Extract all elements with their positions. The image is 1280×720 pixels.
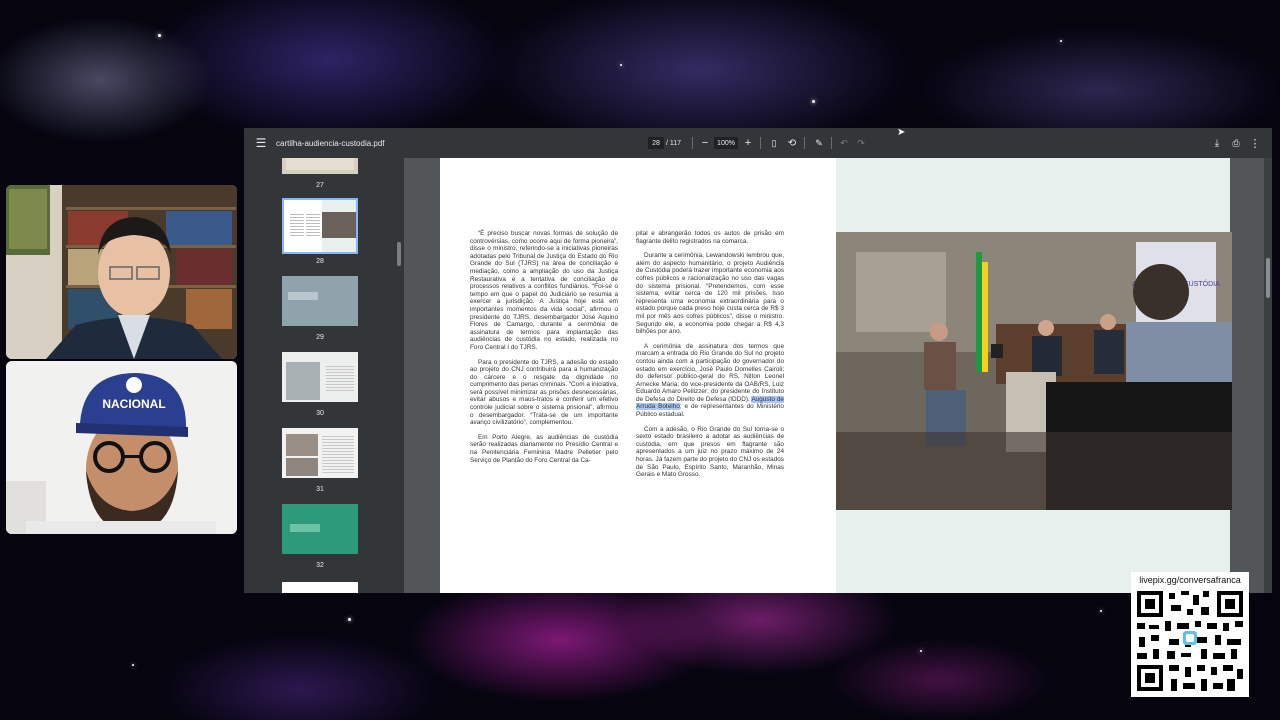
thumbnail-page[interactable]: [282, 158, 358, 174]
ceremony-photo-illustration: AUDIÊNCIA DE CUSTÓDIA: [836, 232, 1232, 510]
more-vert-icon[interactable]: ⋮: [1250, 128, 1261, 158]
rotate-icon[interactable]: ⟲: [786, 128, 798, 158]
star: [920, 650, 922, 652]
download-icon[interactable]: ⤓: [1210, 128, 1224, 158]
thumbnail-page[interactable]: [282, 352, 358, 402]
ceremony-photo: AUDIÊNCIA DE CUSTÓDIA: [836, 232, 1232, 510]
star: [348, 618, 351, 621]
page-number-input[interactable]: 28: [648, 137, 664, 149]
paragraph: Com a adesão, o Rio Grande do Sul torna-…: [636, 425, 784, 479]
print-icon[interactable]: ⎙: [1229, 128, 1243, 158]
thumbnail-label: 31: [316, 486, 324, 493]
toolbar-divider: [831, 137, 832, 149]
webcam-guest-illustration: NACIONAL: [6, 361, 237, 534]
thumbnail-sidebar: 27 28 29 30 31 32: [244, 158, 404, 593]
thumbnail-page[interactable]: [282, 198, 358, 254]
zoom-in-icon[interactable]: +: [742, 128, 754, 158]
document-scrollbar[interactable]: [1264, 158, 1272, 593]
star: [132, 664, 134, 666]
star: [1060, 40, 1062, 42]
pdf-page-right: AUDIÊNCIA DE CUSTÓDIA: [836, 158, 1232, 593]
thumbnail-page[interactable]: [282, 504, 358, 554]
star: [1100, 610, 1102, 612]
pdf-viewer-window: ☰ cartilha-audiencia-custodia.pdf 28 / 1…: [244, 128, 1272, 593]
thumbnail-page[interactable]: [282, 428, 358, 478]
webcam-feed-guest: NACIONAL: [6, 361, 237, 534]
page-total: / 117: [666, 139, 682, 147]
zoom-out-icon[interactable]: −: [699, 128, 711, 158]
undo-icon[interactable]: ↶: [838, 128, 850, 158]
paragraph: Em Porto Alegre, as audiências de custód…: [470, 433, 618, 464]
webcam-feed-host: [6, 185, 237, 359]
menu-icon[interactable]: ☰: [254, 128, 268, 158]
star: [812, 100, 815, 103]
document-area[interactable]: “É preciso buscar novas formas de soluçã…: [404, 158, 1272, 593]
paragraph: Durante a cerimônia, Lewandowski lembrou…: [636, 252, 784, 336]
thumbnail-label: 27: [316, 182, 324, 189]
qr-code[interactable]: [1131, 587, 1249, 697]
qr-label: livepix.gg/conversafranca: [1131, 572, 1249, 587]
mouse-cursor: ➤: [897, 127, 906, 138]
file-title: cartilha-audiencia-custodia.pdf: [276, 138, 385, 148]
paragraph: “É preciso buscar novas formas de soluçã…: [470, 230, 618, 351]
zoom-input[interactable]: 100%: [714, 137, 738, 149]
thumbnail-page[interactable]: [282, 582, 358, 593]
annotate-icon[interactable]: ✎: [812, 128, 826, 158]
text-column-left: “É preciso buscar novas formas de soluçã…: [470, 230, 618, 471]
toolbar-divider: [804, 137, 805, 149]
paragraph-text: A cerimônia de assinatura dos termos que…: [636, 342, 784, 403]
fit-page-icon[interactable]: ▯: [768, 128, 780, 158]
thumbnail-page[interactable]: [282, 276, 358, 326]
star: [158, 34, 161, 37]
paragraph: Para o presidente do TJRS, a adesão do e…: [470, 358, 618, 427]
qr-code-illustration: [1131, 587, 1249, 697]
thumbnail-label: 28: [316, 258, 324, 265]
toolbar-divider: [692, 137, 693, 149]
text-column-right: pital e abrangerão todos os autos de pri…: [636, 230, 784, 486]
sidebar-scroll-thumb[interactable]: [397, 242, 401, 266]
redo-icon[interactable]: ↷: [855, 128, 867, 158]
cap-text: NACIONAL: [102, 397, 165, 411]
viewer-toolbar: ☰ cartilha-audiencia-custodia.pdf 28 / 1…: [244, 128, 1272, 158]
sidebar-scrollbar[interactable]: [397, 158, 401, 593]
paragraph: pital e abrangerão todos os autos de pri…: [636, 230, 784, 245]
paragraph: A cerimônia de assinatura dos termos que…: [636, 343, 784, 419]
star: [620, 64, 622, 66]
webcam-host-illustration: [6, 185, 237, 359]
thumbnail-label: 30: [316, 410, 324, 417]
thumbnail-label: 29: [316, 334, 324, 341]
toolbar-divider: [760, 137, 761, 149]
document-scroll-thumb[interactable]: [1266, 258, 1270, 298]
thumbnail-label: 32: [316, 562, 324, 569]
pdf-page-left: “É preciso buscar novas formas de soluçã…: [440, 158, 836, 593]
